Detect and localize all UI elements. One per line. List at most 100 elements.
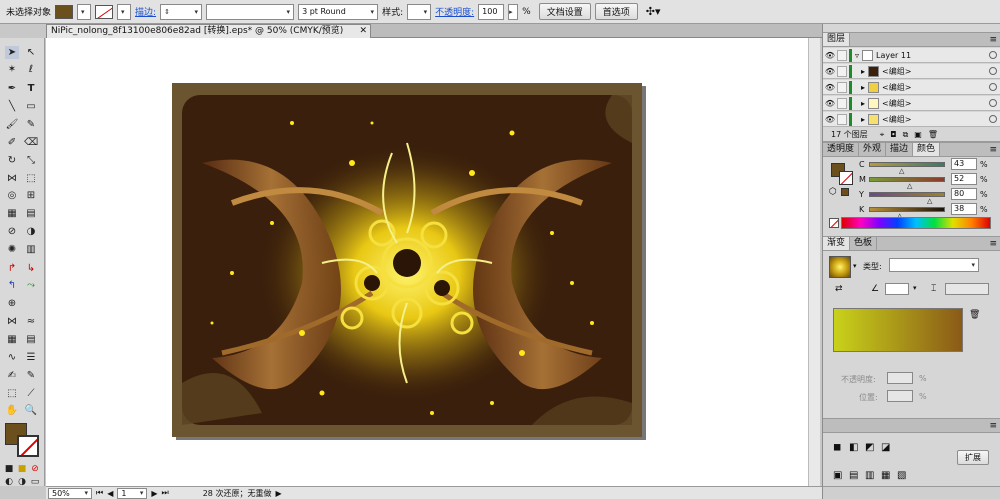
stroke-dropdown[interactable]: ▾ [117,3,132,20]
direct-selection-tool-icon[interactable]: ↖ [24,46,38,59]
measure-tool-icon[interactable]: ✎ [24,369,38,382]
channel-k-value[interactable]: 38 [951,203,977,215]
layer-row[interactable]: 👁 ▸ <编组> [823,80,1000,95]
visibility-eye-icon[interactable]: 👁 [823,115,837,124]
unite-icon[interactable]: ◼ [833,442,841,453]
layer-row[interactable]: 👁 ▸ <编组> [823,64,1000,79]
expand-arrow-icon[interactable]: ▸ [861,67,865,76]
channel-y-value[interactable]: 80 [951,188,977,200]
blob-brush-tool-icon[interactable]: ✐ [5,136,19,149]
visibility-eye-icon[interactable]: 👁 [823,83,837,92]
expand-arrow-icon[interactable]: ▸ [861,99,865,108]
style-dropdown[interactable]: ▾ [407,3,432,20]
none-color-icon[interactable] [829,218,839,228]
target-circle-icon[interactable] [989,83,997,91]
new-layer-icon[interactable]: ▣ [914,130,922,139]
layer-name[interactable]: <编组> [882,82,911,93]
brush-dropdown[interactable]: 3 pt Round ▾ [298,3,379,20]
tab-appearance[interactable]: 外观 [859,143,887,156]
fill-color-swatch[interactable] [55,4,74,19]
channel-y-thumb[interactable]: △ [927,197,932,205]
layer-name[interactable]: <编组> [882,114,911,125]
vertical-scrollbar[interactable] [808,38,820,486]
pen-tool-icon[interactable]: ✒ [5,82,19,95]
color-spectrum-bar[interactable] [841,217,991,229]
lock-toggle[interactable] [837,65,847,77]
hand-tool-icon[interactable]: ✋ [5,404,19,417]
tab-gradient[interactable]: 渐变 [823,237,851,250]
mesh-tool-icon[interactable]: ▦ [5,207,19,220]
artboard-tool-icon[interactable]: ↱ [5,262,19,275]
rotate-tool-icon[interactable]: ↻ [5,154,19,167]
stroke-none-swatch[interactable] [95,4,114,19]
layer-name[interactable]: <编组> [882,66,911,77]
channel-c-slider[interactable] [869,162,945,167]
none-mode-icon[interactable]: ⊘ [28,463,42,476]
reverse-gradient-icon[interactable]: ⇄ [835,284,843,294]
merge-icon[interactable]: ▥ [865,470,874,481]
gradient-slider-bar[interactable] [833,308,963,352]
target-circle-icon[interactable] [989,115,997,123]
layer-name[interactable]: Layer 11 [876,51,911,60]
lock-toggle[interactable] [837,113,847,125]
slice-tool-icon[interactable]: ↳ [24,262,38,275]
channel-k-slider[interactable] [869,207,945,212]
panel-menu-icon[interactable]: ≡ [989,421,997,431]
panel-menu-icon[interactable]: ≡ [989,239,997,249]
gradient-mode-icon[interactable]: ■ [15,463,29,476]
zoom-dropdown[interactable]: 50% ▾ [48,487,92,499]
layer-row[interactable]: 👁 ▸ <编组> [823,112,1000,127]
preferences-button[interactable]: 首选项 [594,3,638,20]
angle-field[interactable] [885,283,909,295]
knife-cut-tool-icon[interactable]: ⟋ [24,387,38,400]
lasso-tool-icon[interactable]: ℓ [24,63,38,76]
trim-icon[interactable]: ▤ [849,470,858,481]
paintbrush-tool-icon[interactable]: 🖌 [5,118,19,131]
variable-width-dropdown[interactable]: ▾ [206,3,295,20]
rectangle-tool-icon[interactable]: ▭ [24,100,38,113]
tab-swatches[interactable]: 色板 [850,237,878,250]
gradient-preview-arrow-icon[interactable]: ▾ [853,262,857,270]
eraser-tool-icon[interactable]: ⌫ [24,136,38,149]
new-sublayer-icon[interactable]: ⧉ [903,130,909,140]
angle-dropdown-icon[interactable]: ▾ [913,284,917,292]
prev-artboard-icon[interactable]: ◀ [107,489,113,498]
scissors-tool-icon[interactable]: ⤳ [24,279,38,292]
close-tab-icon[interactable]: ✕ [359,25,367,38]
status-menu-icon[interactable]: ▶ [275,489,281,498]
minus-front-icon[interactable]: ◧ [849,442,858,453]
free-transform-tool-icon[interactable]: ⬚ [24,172,38,185]
stroke-weight-field[interactable]: ⇕ ▾ [160,3,203,20]
expand-arrow-icon[interactable]: ▸ [861,83,865,92]
expand-arrow-icon[interactable]: ▸ [861,115,865,124]
column-graph-tool-icon[interactable]: ▥ [24,243,38,256]
expand-button[interactable]: 扩展 [957,450,989,465]
perspective-grid-tool-icon[interactable]: ⊞ [24,189,38,202]
graph-tool-icon[interactable]: ▤ [24,333,38,346]
angle-icon[interactable]: ∠ [871,284,879,294]
locate-object-icon[interactable]: ⌖ [880,130,885,140]
artwork-image[interactable] [172,83,642,437]
color-stroke-swatch[interactable] [839,171,853,185]
first-artboard-icon[interactable]: ⏮ [96,488,103,498]
next-artboard-icon[interactable]: ▶ [151,489,157,498]
visibility-eye-icon[interactable]: 👁 [823,67,837,76]
stroke-link[interactable]: 描边: [135,5,156,18]
gradient-type-dropdown[interactable]: ▾ [889,258,979,272]
scale-tool-icon[interactable]: ⤡ [24,154,38,167]
channel-m-thumb[interactable]: △ [907,182,912,190]
live-paint-tool-icon[interactable]: ✍ [5,369,19,382]
knife-tool-icon[interactable]: ↰ [5,279,19,292]
opacity-link[interactable]: 不透明度: [435,5,474,18]
list-tool-icon[interactable]: ☰ [24,351,38,364]
layer-row[interactable]: 👁 ▿ Layer 11 [823,48,1000,63]
symbol-sprayer-tool-icon[interactable]: ✺ [5,243,19,256]
document-setup-button[interactable]: 文档设置 [538,3,591,20]
aspect-ratio-icon[interactable]: ⌶ [931,284,936,294]
visibility-eye-icon[interactable]: 👁 [823,99,837,108]
crop-tool-icon[interactable]: ⬚ [5,387,19,400]
draw-normal-icon[interactable]: ◐ [2,476,16,489]
delete-stop-icon[interactable]: 🗑 [969,310,980,320]
artboard-number-field[interactable]: 1 ▾ [117,487,148,499]
tab-transparency[interactable]: 透明度 [823,143,860,156]
